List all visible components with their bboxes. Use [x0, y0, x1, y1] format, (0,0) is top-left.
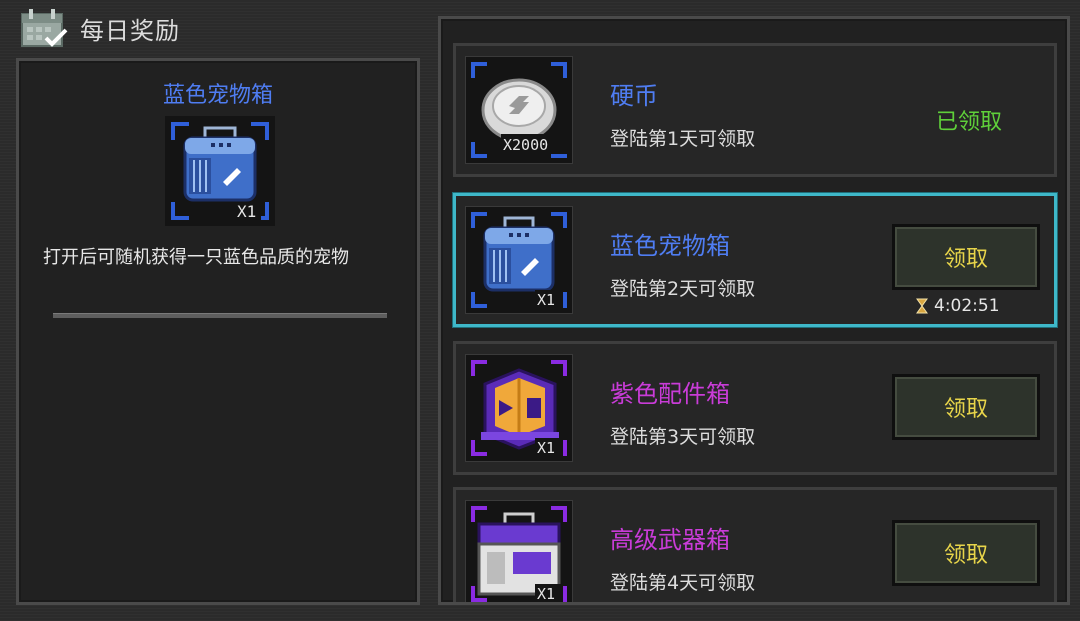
item-detail-panel: 蓝色宠物箱 X1 打开后可随机获得一只蓝色品质的宠物	[16, 58, 420, 605]
page-title: 每日奖励	[80, 16, 180, 45]
countdown-timer: 4:02:51	[916, 296, 1000, 316]
reward-requirement: 登陆第3天可领取	[610, 426, 756, 448]
reward-quantity: X1	[537, 585, 555, 603]
reward-name: 高级武器箱	[610, 526, 730, 554]
reward-name: 硬币	[610, 82, 658, 110]
claim-button-day4[interactable]: 领取	[892, 520, 1040, 586]
detail-item-name: 蓝色宠物箱	[162, 83, 273, 108]
reward-quantity: X1	[537, 439, 555, 457]
claim-button-day2[interactable]: 领取	[892, 224, 1040, 290]
reward-name: 蓝色宠物箱	[610, 232, 730, 260]
blue-pet-crate-icon: X1	[165, 116, 275, 226]
reward-card-day4[interactable]: X1 高级武器箱 登陆第4天可领取 领取	[453, 487, 1057, 603]
reward-requirement: 登陆第1天可领取	[610, 128, 756, 150]
silver-coin-icon: X2000	[465, 56, 573, 164]
claim-button-day3[interactable]: 领取	[892, 374, 1040, 440]
detail-quantity: X1	[237, 202, 256, 221]
timer-value: 4:02:51	[934, 296, 1000, 316]
reward-requirement: 登陆第2天可领取	[610, 278, 756, 300]
page-header: 每日奖励	[20, 6, 180, 50]
blue-pet-crate-icon: X1	[465, 206, 573, 314]
reward-name: 紫色配件箱	[610, 380, 730, 408]
hourglass-icon	[916, 298, 928, 314]
reward-card-day3[interactable]: X1 紫色配件箱 登陆第3天可领取 领取	[453, 341, 1057, 475]
reward-quantity: X2000	[503, 136, 548, 154]
reward-list[interactable]: X2000 硬币 登陆第1天可领取 已领取 X1 蓝色宠物箱 登陆第2天可领取 …	[438, 16, 1070, 605]
claimed-status: 已领取	[936, 110, 1003, 135]
reward-requirement: 登陆第4天可领取	[610, 572, 756, 594]
reward-card-day2[interactable]: X1 蓝色宠物箱 登陆第2天可领取 领取 4:02:51	[453, 193, 1057, 327]
divider	[53, 313, 387, 318]
detail-description: 打开后可随机获得一只蓝色品质的宠物	[43, 247, 349, 268]
advanced-weapon-case-icon: X1	[465, 500, 573, 603]
purple-parts-box-icon: X1	[465, 354, 573, 462]
reward-quantity: X1	[537, 291, 555, 309]
reward-card-day1[interactable]: X2000 硬币 登陆第1天可领取 已领取	[453, 43, 1057, 177]
calendar-check-icon	[21, 9, 68, 47]
